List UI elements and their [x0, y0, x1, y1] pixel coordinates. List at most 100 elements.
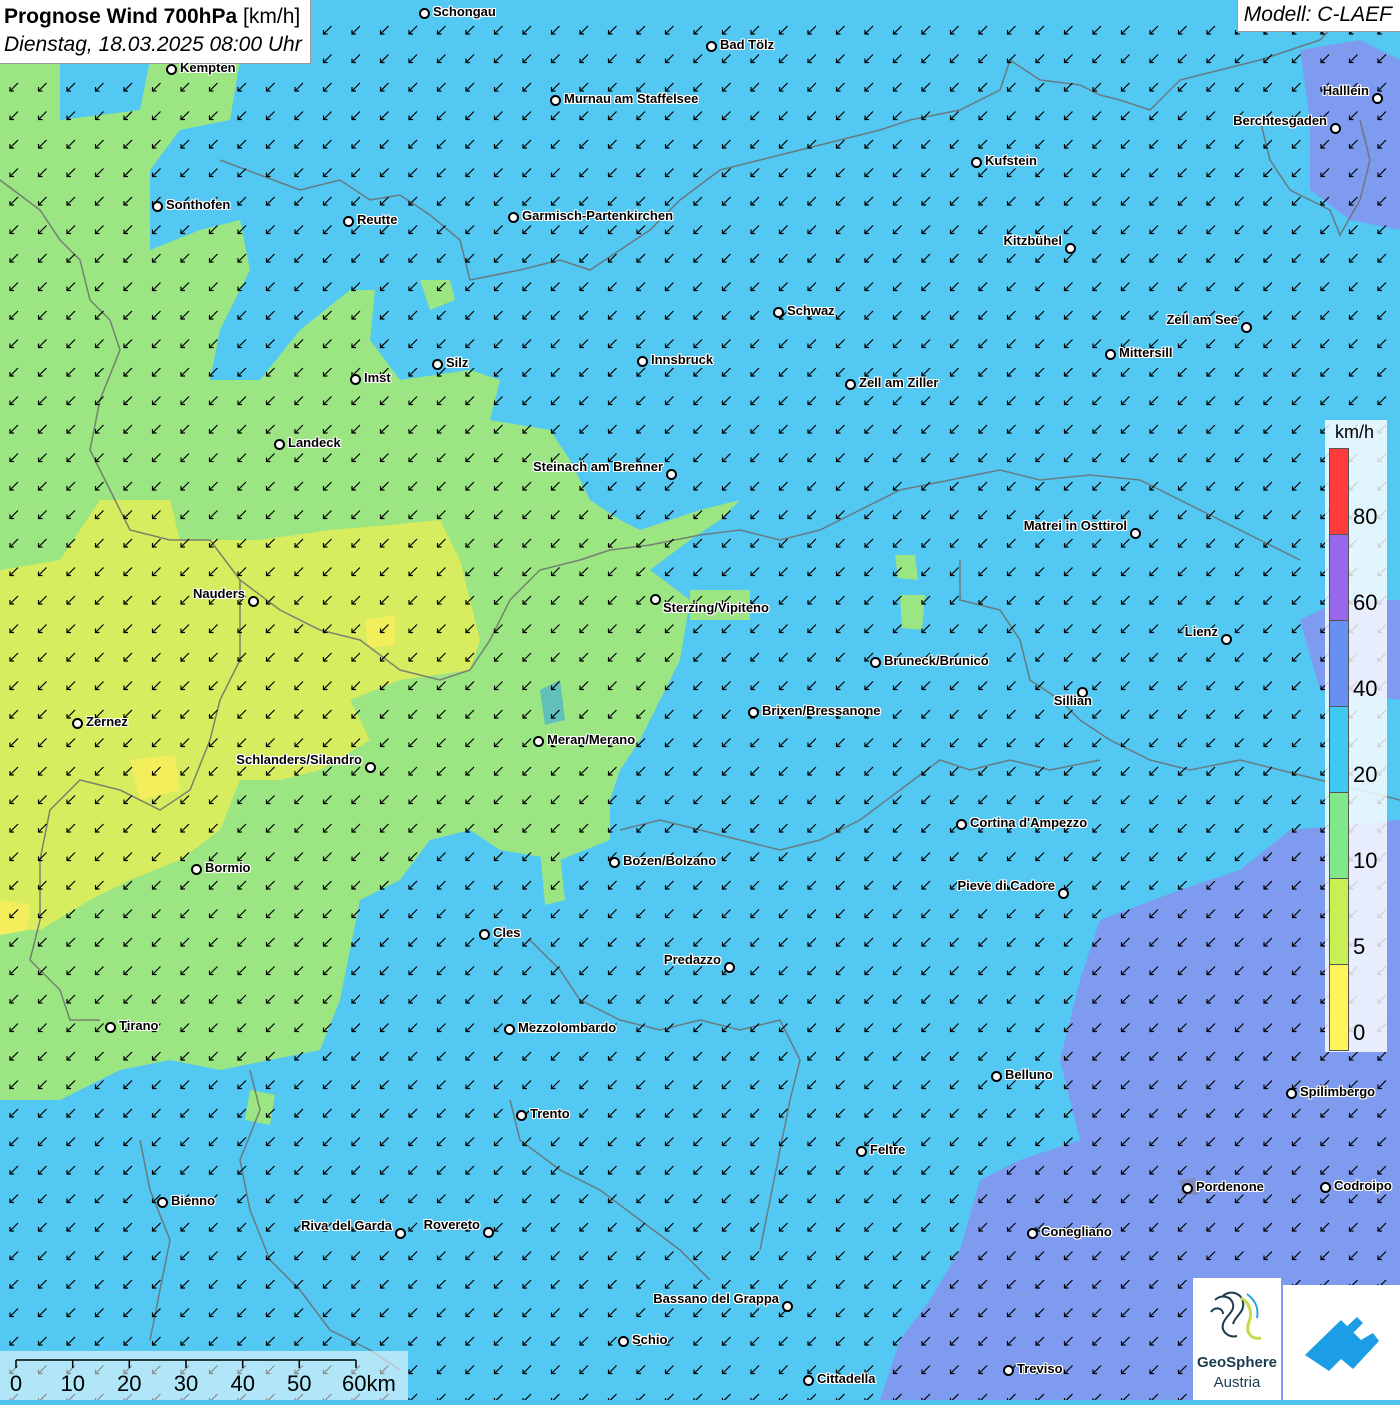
title-unit: [km/h]	[243, 5, 301, 28]
city-marker	[609, 857, 620, 868]
city-label: Murnau am Staffelsee	[564, 91, 699, 106]
city-marker	[1003, 1365, 1014, 1376]
city-marker	[1221, 634, 1232, 645]
logo-name: GeoSphere	[1196, 1354, 1278, 1371]
city-label: Meran/Merano	[547, 732, 636, 747]
city-marker	[637, 356, 648, 367]
scale-bar: 0 10 20 30 40 50 60km	[0, 1351, 408, 1400]
city-label: Mittersill	[1119, 345, 1173, 360]
scale-label: 20	[117, 1371, 142, 1396]
city-marker	[956, 819, 967, 830]
city-marker	[274, 439, 285, 450]
city-marker	[365, 762, 376, 773]
city-label: Berchtesgaden	[1233, 113, 1327, 128]
geosphere-swirl-icon	[1210, 1291, 1262, 1340]
city-marker	[191, 864, 202, 875]
city-marker	[1058, 888, 1069, 899]
scale-label: 0	[9, 1371, 23, 1396]
city-label: Treviso	[1017, 1361, 1063, 1376]
city-marker	[1330, 123, 1341, 134]
legend-label: 10	[1353, 848, 1378, 873]
city-label: Mezzolombardo	[518, 1020, 617, 1035]
geosphere-logo: GeoSphere Austria	[1193, 1278, 1281, 1400]
city-label: Pordenone	[1196, 1179, 1264, 1194]
city-label: Trento	[530, 1106, 570, 1121]
city-marker	[1286, 1088, 1297, 1099]
scale-label: 40	[230, 1371, 255, 1396]
city-label: Steinach am Brenner	[532, 459, 663, 474]
legend-label: 5	[1353, 934, 1366, 959]
city-marker	[152, 201, 163, 212]
city-label: Lienz	[1184, 624, 1218, 639]
city-label: Sonthofen	[166, 197, 231, 212]
city-marker	[343, 216, 354, 227]
city-label: Kitzbühel	[1003, 233, 1063, 248]
mountain-cloud-icon	[1305, 1317, 1379, 1371]
city-label: Conegliano	[1041, 1224, 1112, 1239]
city-marker	[1105, 349, 1116, 360]
city-label: Cles	[493, 925, 521, 940]
title-box: Prognose Wind 700hPa [km/h] Dienstag, 18…	[0, 0, 311, 64]
city-marker	[782, 1301, 793, 1312]
city-marker	[856, 1146, 867, 1157]
city-label: Kempten	[180, 60, 236, 75]
city-label: Schwaz	[787, 303, 835, 318]
city-label: Matrei in Osttirol	[1023, 518, 1127, 533]
legend-label: 40	[1353, 676, 1378, 701]
city-label: Silz	[446, 355, 469, 370]
city-marker	[508, 212, 519, 223]
city-label: Nauders	[192, 586, 245, 601]
legend-label: 0	[1353, 1020, 1366, 1045]
city-marker	[803, 1375, 814, 1386]
city-marker	[666, 469, 677, 480]
city-marker	[516, 1110, 527, 1121]
city-marker	[971, 157, 982, 168]
model-label: Modell: C-LAEF	[1236, 0, 1400, 32]
scale-label: 50	[287, 1371, 312, 1396]
city-marker	[72, 718, 83, 729]
city-label: Brixen/Bressanone	[762, 703, 881, 718]
color-legend: km/h 80 60 40 20 10 5 0	[1325, 420, 1387, 1052]
city-marker	[1065, 243, 1076, 254]
city-label: Schio	[632, 1332, 668, 1347]
city-label: Bozen/Bolzano	[623, 853, 717, 868]
city-label: Belluno	[1005, 1067, 1053, 1082]
city-label: Bienno	[171, 1193, 216, 1208]
legend-swatch	[1329, 448, 1349, 535]
scale-label: 10	[60, 1371, 85, 1396]
city-label: Sillian	[1053, 693, 1092, 708]
title-main: Prognose Wind 700hPa	[4, 5, 238, 28]
city-label: Bormio	[205, 860, 251, 875]
city-marker	[504, 1024, 515, 1035]
scale-label: 60km	[342, 1371, 396, 1396]
city-label: Zell am Ziller	[859, 375, 939, 390]
logo-subtitle: Austria	[1213, 1374, 1261, 1391]
city-label: Zernez	[86, 714, 128, 729]
city-marker	[748, 707, 759, 718]
city-marker	[618, 1336, 629, 1347]
city-label: Bassano del Grappa	[653, 1291, 779, 1306]
city-label: Zell am See	[1166, 312, 1238, 327]
city-marker	[432, 359, 443, 370]
city-marker	[1320, 1182, 1331, 1193]
city-label: Riva del Garda	[300, 1218, 392, 1233]
city-marker	[706, 41, 717, 52]
city-marker	[157, 1197, 168, 1208]
city-label: Sterzing/Vipiteno	[663, 600, 769, 615]
city-marker	[773, 307, 784, 318]
city-label: Halllein	[1322, 83, 1369, 98]
scale-label: 30	[173, 1371, 199, 1396]
city-marker	[350, 374, 361, 385]
city-label: Feltre	[870, 1142, 906, 1157]
city-marker	[1027, 1228, 1038, 1239]
city-marker	[650, 594, 661, 605]
city-label: Schlanders/Silandro	[236, 752, 362, 767]
city-label: Cittadella	[817, 1371, 876, 1386]
city-label: Codroipo	[1334, 1178, 1392, 1193]
city-label: Pieve di Cadore	[957, 878, 1055, 893]
city-marker	[550, 95, 561, 106]
city-marker	[483, 1227, 494, 1238]
city-label: Rovereto	[423, 1217, 480, 1232]
city-marker	[1241, 322, 1252, 333]
legend-swatch	[1329, 706, 1349, 793]
